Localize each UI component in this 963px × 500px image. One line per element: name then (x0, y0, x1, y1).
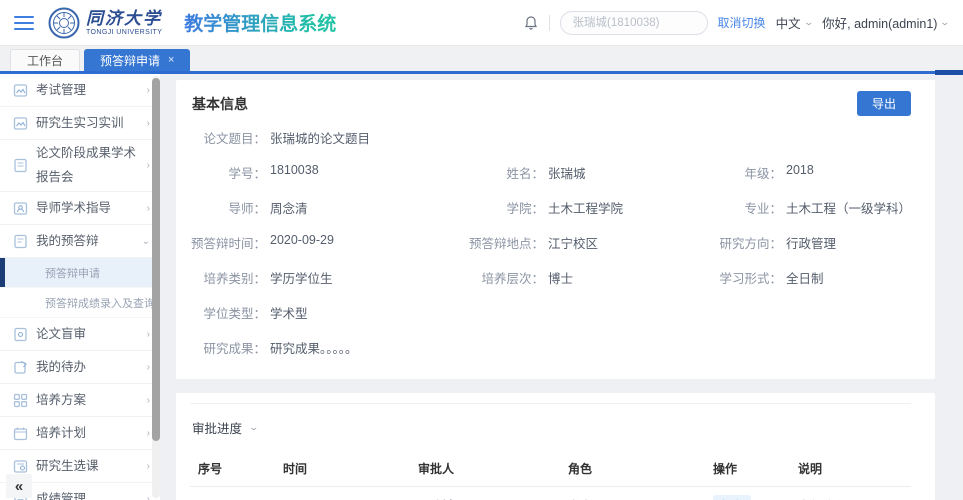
chevron-right-icon: › (147, 494, 150, 500)
field-thesis-title: 论文题目 张瑞城的论文题目 (190, 128, 911, 149)
cell-action: 提交 (705, 487, 790, 500)
chevron-right-icon: › (147, 461, 150, 472)
chevron-down-icon: ⌄ (940, 17, 951, 28)
chevron-down-icon: ⌄ (249, 422, 260, 433)
tongji-seal-icon (48, 7, 80, 39)
sidebar-item-thesis-stage-report[interactable]: 论文阶段成果学术报告会 › (0, 140, 160, 192)
university-name-cn: 同济大学 (86, 10, 162, 27)
chevron-right-icon: › (147, 428, 150, 439)
col-header-approver: 审批人 (410, 453, 560, 487)
edit-document-icon (13, 360, 28, 375)
col-header-seq: 序号 (190, 453, 275, 487)
notification-bell-icon[interactable] (523, 15, 539, 31)
horizontal-scrollbar-thumb[interactable] (935, 70, 963, 75)
field-name: 姓名 张瑞城 (468, 163, 706, 184)
field-pre-defense-location: 预答辩地点 江宁校区 (468, 233, 706, 254)
approval-table: 序号 时间 审批人 角色 操作 说明 1 2020/09/30 11:44:16… (190, 453, 911, 500)
language-select[interactable]: 中文 ⌄ (776, 13, 813, 32)
document-icon (13, 158, 28, 173)
sidebar-subitem-pre-defense-application[interactable]: 预答辩申请 (0, 258, 160, 288)
sidebar-item-exam-management[interactable]: 考试管理 › (0, 74, 160, 107)
col-header-note: 说明 (790, 453, 911, 487)
cell-seq: 1 (190, 487, 275, 500)
action-submit-tag: 提交 (713, 495, 751, 500)
sidebar-item-training-program[interactable]: 培养方案 › (0, 384, 160, 417)
user-switch-input[interactable] (560, 11, 708, 35)
chevron-right-icon: › (147, 203, 150, 214)
field-training-level: 培养层次 博士 (468, 268, 706, 289)
document-icon (13, 83, 28, 98)
sidebar-item-my-pre-defense[interactable]: 我的预答辩 ⌄ (0, 225, 160, 258)
col-header-action: 操作 (705, 453, 790, 487)
sidebar-item-mentor-guidance[interactable]: 导师学术指导 › (0, 192, 160, 225)
calendar-icon (13, 426, 28, 441)
chevron-right-icon: › (147, 118, 150, 129)
field-college: 学院 土木工程学院 (468, 198, 706, 219)
field-training-category: 培养类别 学历学位生 (190, 268, 468, 289)
menu-toggle-icon[interactable] (14, 12, 34, 34)
sidebar-item-blind-review[interactable]: 论文盲审 › (0, 318, 160, 351)
field-degree-type: 学位类型 学术型 (190, 303, 911, 324)
chevron-down-icon: ⌄ (803, 17, 814, 28)
grid-icon (13, 393, 28, 408)
cell-time: 2020/09/30 11:44:16 (275, 487, 410, 500)
col-header-role: 角色 (560, 453, 705, 487)
basic-info-card: 基本信息 导出 论文题目 张瑞城的论文题目 学号 1810038 姓名 张瑞城 … (176, 80, 935, 379)
cancel-switch-link[interactable]: 取消切换 (718, 14, 766, 31)
sidebar-scrollbar-track (152, 76, 160, 498)
user-menu[interactable]: 你好, admin(admin1) ⌄ (822, 13, 949, 32)
header-divider (549, 15, 550, 31)
university-logo: 同济大学 TONGJI UNIVERSITY (48, 7, 162, 39)
chevron-right-icon: › (147, 85, 150, 96)
field-pre-defense-time: 预答辩时间 2020-09-29 (190, 233, 468, 254)
divider (190, 403, 911, 404)
chevron-down-icon: ⌄ (142, 236, 150, 247)
cell-role: 学生 (560, 487, 705, 500)
university-name-en: TONGJI UNIVERSITY (86, 29, 162, 36)
sidebar-subitem-pre-defense-score-entry[interactable]: 预答辩成绩录入及查询 (0, 288, 160, 318)
field-supervisor: 导师 周念清 (190, 198, 468, 219)
field-student-id: 学号 1810038 (190, 163, 468, 184)
chevron-right-icon: › (147, 329, 150, 340)
field-research-direction: 研究方向 行政管理 (706, 233, 911, 254)
main-content: 基本信息 导出 论文题目 张瑞城的论文题目 学号 1810038 姓名 张瑞城 … (160, 74, 963, 500)
sidebar-collapse-icon[interactable]: « (6, 474, 32, 498)
document-icon (13, 116, 28, 131)
sidebar-item-intern-training[interactable]: 研究生实习实训 › (0, 107, 160, 140)
document-icon (13, 234, 28, 249)
document-icon (13, 327, 28, 342)
field-grade-year: 年级 2018 (706, 163, 911, 184)
field-research-achievements: 研究成果 研究成果。。。。。 (190, 338, 911, 359)
sidebar-item-training-plan[interactable]: 培养计划 › (0, 417, 160, 450)
sidebar-scrollbar-thumb[interactable] (152, 78, 160, 441)
chevron-right-icon: › (147, 395, 150, 406)
tab-bar: 工作台 预答辩申请 × (0, 45, 963, 71)
sidebar: 考试管理 › 研究生实习实训 › 论文阶段成果学术报告会 › 导师学术指导 › … (0, 74, 160, 500)
app-header: 同济大学 TONGJI UNIVERSITY 教学管理信息系统 取消切换 中文 … (0, 0, 963, 45)
document-gear-icon (13, 459, 28, 474)
field-study-mode: 学习形式 全日制 (706, 268, 911, 289)
cell-approver: 张瑞城 (410, 487, 560, 500)
basic-info-title: 基本信息 (190, 94, 911, 114)
sidebar-item-my-todo[interactable]: 我的待办 › (0, 351, 160, 384)
app-title: 教学管理信息系统 (184, 9, 336, 36)
cell-note: 发起流程 (790, 487, 911, 500)
close-icon[interactable]: × (168, 54, 174, 66)
person-document-icon (13, 201, 28, 216)
chevron-right-icon: › (147, 362, 150, 373)
approval-progress-card: 审批进度 ⌄ 序号 时间 审批人 角色 操作 说明 1 2020/09/30 1… (176, 393, 935, 500)
col-header-time: 时间 (275, 453, 410, 487)
chevron-right-icon: › (147, 160, 150, 171)
export-button[interactable]: 导出 (857, 91, 911, 116)
approval-progress-toggle[interactable]: 审批进度 ⌄ (190, 418, 911, 437)
tab-pre-defense-application[interactable]: 预答辩申请 × (84, 49, 190, 71)
tab-workbench[interactable]: 工作台 (10, 49, 80, 71)
field-major: 专业 土木工程（一级学科） (706, 198, 911, 219)
